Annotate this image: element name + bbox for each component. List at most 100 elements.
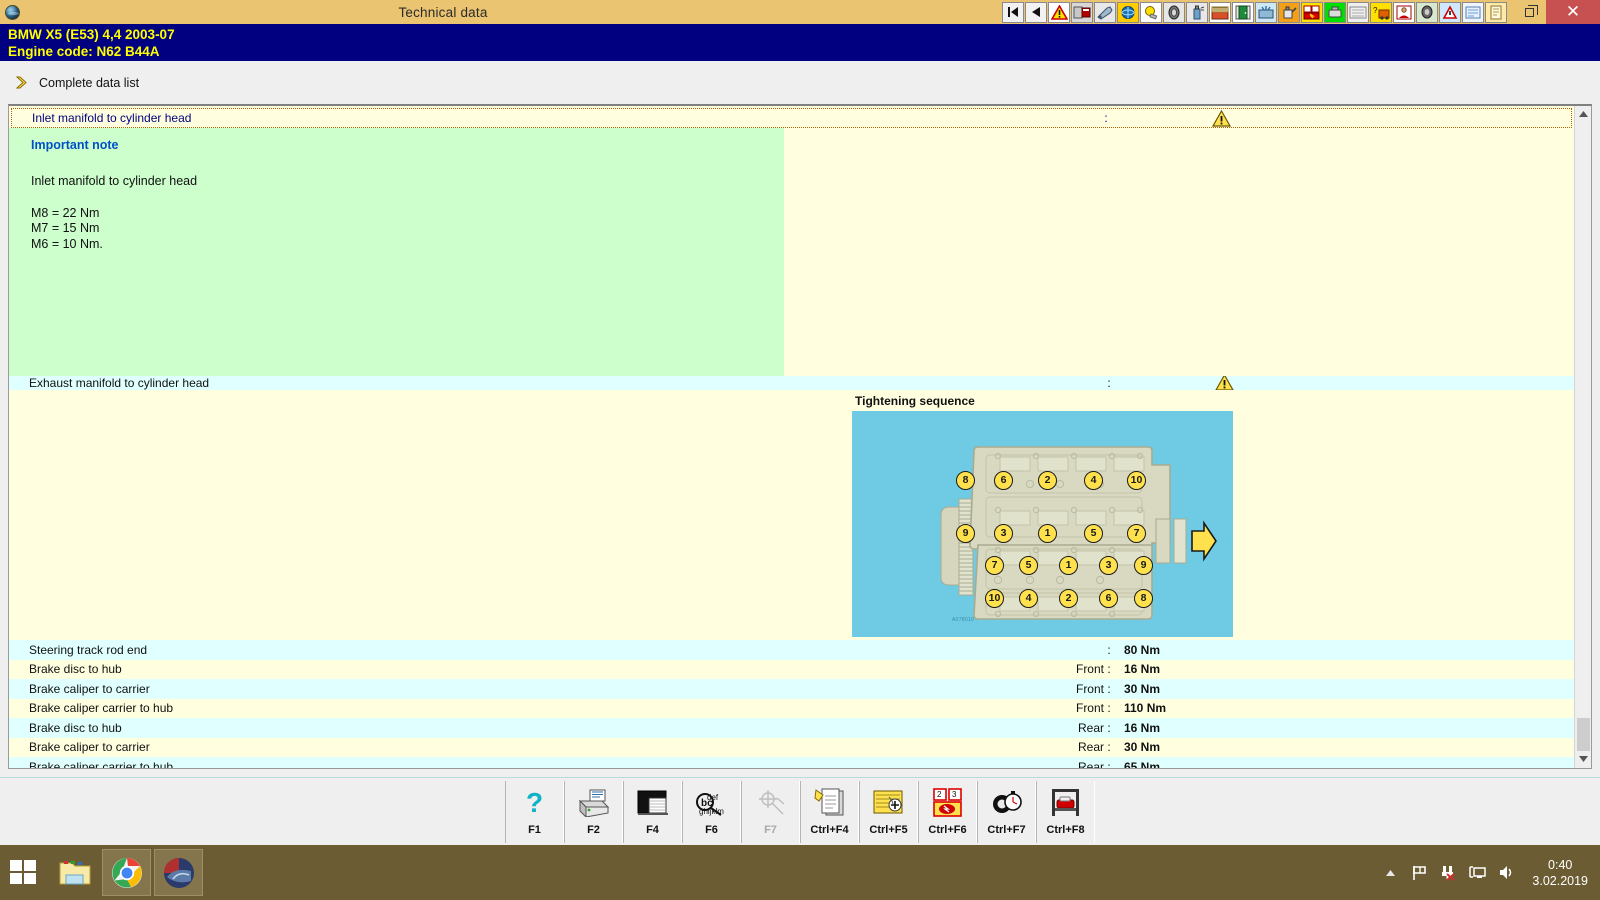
system-tray: 0:40 3.02.2019 bbox=[1381, 857, 1600, 889]
svg-text:?: ? bbox=[526, 788, 543, 818]
volume-icon[interactable] bbox=[1497, 864, 1515, 882]
lightbulb-icon[interactable] bbox=[1140, 2, 1162, 23]
function-key-ctrl-f7[interactable]: Ctrl+F7 bbox=[977, 781, 1036, 843]
function-key-f2[interactable]: F2 bbox=[564, 781, 623, 843]
function-key-ctrl-f8[interactable]: Ctrl+F8 bbox=[1036, 781, 1095, 843]
tyre-pressure-icon[interactable] bbox=[1416, 2, 1438, 23]
bolt-marker: 5 bbox=[1084, 524, 1103, 543]
warning-triangle-icon[interactable] bbox=[1204, 376, 1244, 390]
window-title: Technical data bbox=[0, 5, 1002, 20]
show-hidden-icons-chevron[interactable] bbox=[1381, 864, 1399, 882]
tightening-sequence-diagram: 8 6 2 4 10 9 3 1 5 7 7 5 1 3 9 10 4 2 bbox=[852, 411, 1233, 637]
table-row[interactable]: Brake disc to hub Front : 16 Nm bbox=[9, 660, 1574, 680]
battery-tools-icon: 23 bbox=[928, 785, 968, 821]
flag-action-center-icon[interactable] bbox=[1410, 864, 1428, 882]
row-position: Front bbox=[1058, 662, 1104, 676]
stopwatch-icon bbox=[987, 785, 1027, 821]
row-value: 30 Nm bbox=[1114, 682, 1204, 696]
row-colon: : bbox=[1104, 662, 1114, 676]
function-key-label: Ctrl+F7 bbox=[987, 824, 1025, 836]
row-label: Brake caliper to carrier bbox=[9, 740, 1058, 754]
crosshair-icon bbox=[751, 785, 791, 821]
bolt-marker: 3 bbox=[1099, 556, 1118, 575]
table-row[interactable]: Brake caliper carrier to hub Front : 110… bbox=[9, 699, 1574, 719]
table-row-exhaust-manifold[interactable]: Exhaust manifold to cylinder head : bbox=[9, 376, 1574, 390]
maintenance-icon[interactable] bbox=[1209, 2, 1231, 23]
table-row[interactable]: Brake caliper to carrier Rear : 30 Nm bbox=[9, 738, 1574, 758]
vehicle-header: BMW X5 (E53) 4,4 2003-07 Engine code: N6… bbox=[0, 24, 1600, 61]
row-position: Front bbox=[1058, 701, 1104, 715]
function-key-ctrl-f6[interactable]: 23 Ctrl+F6 bbox=[918, 781, 977, 843]
table-row-inlet-manifold[interactable]: Inlet manifold to cylinder head : bbox=[11, 108, 1572, 128]
google-chrome-icon[interactable] bbox=[102, 849, 151, 896]
bolt-marker: 7 bbox=[985, 556, 1004, 575]
function-key-f4[interactable]: F4 bbox=[623, 781, 682, 843]
file-explorer-icon[interactable] bbox=[50, 849, 99, 896]
engine-icon[interactable] bbox=[1324, 2, 1346, 23]
note-heading: Inlet manifold to cylinder head bbox=[31, 174, 784, 190]
bolt-marker: 4 bbox=[1019, 589, 1038, 608]
taskbar-clock[interactable]: 0:40 3.02.2019 bbox=[1532, 857, 1592, 889]
function-key-f6[interactable]: def ghijklm bc F6 bbox=[682, 781, 741, 843]
close-button[interactable]: ✕ bbox=[1546, 0, 1600, 24]
repair-times-icon[interactable] bbox=[1393, 2, 1415, 23]
notes-pencil-icon bbox=[810, 785, 850, 821]
table-row[interactable]: Brake caliper carrier to hub Rear : 65 N… bbox=[9, 757, 1574, 768]
row-value: 65 Nm bbox=[1114, 760, 1204, 768]
network-disconnected-icon[interactable] bbox=[1439, 864, 1457, 882]
remote-display-icon[interactable] bbox=[1468, 864, 1486, 882]
service-schedule-icon[interactable]: ? bbox=[1370, 2, 1392, 23]
technical-bulletin-icon[interactable] bbox=[1462, 2, 1484, 23]
svg-text:3: 3 bbox=[952, 790, 957, 799]
warning-lamp-icon[interactable] bbox=[1439, 2, 1461, 23]
function-key-ctrl-f4[interactable]: Ctrl+F4 bbox=[800, 781, 859, 843]
row-label: Brake disc to hub bbox=[9, 721, 1058, 735]
note-title: Important note bbox=[31, 138, 784, 152]
breadcrumb-label[interactable]: Complete data list bbox=[39, 76, 139, 90]
autodata-app-icon[interactable] bbox=[154, 849, 203, 896]
row-value: 30 Nm bbox=[1114, 740, 1204, 754]
breadcrumb: Complete data list bbox=[0, 61, 1600, 104]
wrench-icon[interactable] bbox=[1094, 2, 1116, 23]
function-key-ctrl-f5[interactable]: Ctrl+F5 bbox=[859, 781, 918, 843]
wiring-diagram-icon[interactable] bbox=[1347, 2, 1369, 23]
function-key-label: F6 bbox=[705, 824, 718, 836]
previous-record-icon[interactable] bbox=[1025, 2, 1047, 23]
bolt-marker: 8 bbox=[956, 471, 975, 490]
row-colon: : bbox=[1104, 376, 1114, 390]
scroll-down-button[interactable] bbox=[1575, 751, 1592, 768]
note-line: M7 = 15 Nm bbox=[31, 221, 784, 237]
function-key-f1[interactable]: ? F1 bbox=[505, 781, 564, 843]
scroll-up-button[interactable] bbox=[1575, 106, 1592, 123]
row-position: Rear bbox=[1058, 760, 1104, 768]
manual-icon[interactable] bbox=[1485, 2, 1507, 23]
bolt-marker: 1 bbox=[1059, 556, 1078, 575]
row-colon: : bbox=[1104, 682, 1114, 696]
wheel-icon[interactable] bbox=[1163, 2, 1185, 23]
warning-triangle-icon[interactable] bbox=[1201, 110, 1241, 127]
row-colon: : bbox=[1104, 740, 1114, 754]
first-record-icon[interactable] bbox=[1002, 2, 1024, 23]
window-view-icon bbox=[633, 785, 673, 821]
restore-button[interactable] bbox=[1512, 0, 1546, 24]
door-icon[interactable] bbox=[1232, 2, 1254, 23]
table-row[interactable]: Steering track rod end : 80 Nm bbox=[9, 640, 1574, 660]
print-icon bbox=[574, 785, 614, 821]
table-row[interactable]: Brake caliper to carrier Front : 30 Nm bbox=[9, 679, 1574, 699]
bolt-marker: 9 bbox=[956, 524, 975, 543]
svg-text:2: 2 bbox=[937, 790, 942, 799]
help-question-icon: ? bbox=[515, 785, 555, 821]
tightening-sequence-block: Tightening sequence bbox=[9, 390, 1574, 640]
air-conditioning-icon[interactable] bbox=[1255, 2, 1277, 23]
graphic-watermark: A078010 bbox=[952, 617, 974, 623]
function-key-label: F7 bbox=[764, 824, 777, 836]
vertical-scrollbar[interactable] bbox=[1574, 106, 1591, 768]
vehicle-identification-icon[interactable] bbox=[1071, 2, 1093, 23]
windows-start-icon[interactable] bbox=[0, 845, 47, 900]
diagnostics-globe-icon[interactable] bbox=[1117, 2, 1139, 23]
battery-icon[interactable] bbox=[1301, 2, 1323, 23]
oil-can-icon[interactable] bbox=[1278, 2, 1300, 23]
table-row[interactable]: Brake disc to hub Rear : 16 Nm bbox=[9, 718, 1574, 738]
warning-triangle-icon[interactable] bbox=[1048, 2, 1070, 23]
spray-icon[interactable] bbox=[1186, 2, 1208, 23]
